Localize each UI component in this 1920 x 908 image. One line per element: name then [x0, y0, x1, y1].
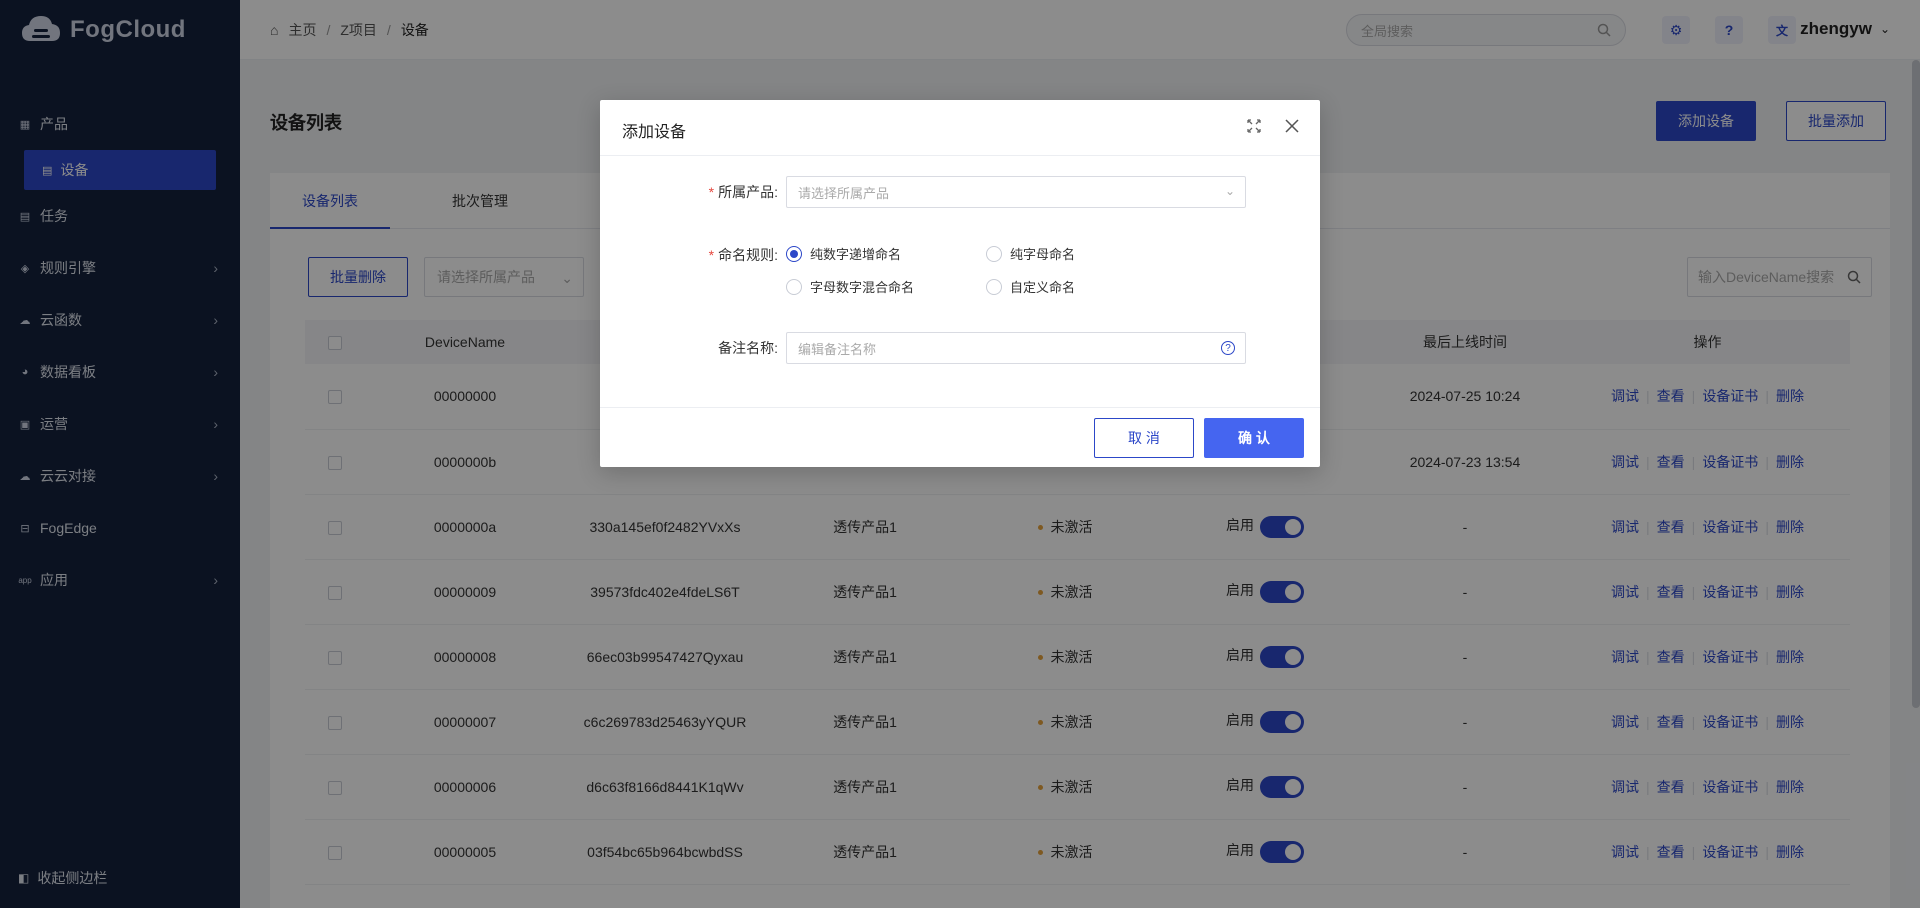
naming-rule-row: * 命名规则: 纯数字递增命名 纯字母命名 字母数字混合命名 自定义命名	[600, 244, 1186, 296]
naming-rule-label: * 命名规则:	[600, 244, 786, 265]
product-field-label: * 所属产品:	[600, 182, 786, 202]
product-label-text: 所属产品:	[718, 184, 778, 200]
radio-label: 纯字母命名	[1010, 247, 1076, 262]
radio-button[interactable]	[986, 278, 1002, 295]
add-device-dialog: 添加设备 * 所属产品: 请选择所属产品 ⌄ * 命名规则: 纯数字递增命名 纯字母…	[600, 100, 1320, 467]
naming-option-custom[interactable]: 自定义命名	[986, 277, 1186, 296]
product-select[interactable]: 请选择所属产品 ⌄	[786, 176, 1246, 208]
dialog-title: 添加设备	[622, 124, 687, 141]
radio-button-selected[interactable]	[786, 245, 802, 262]
radio-label: 纯数字递增命名	[810, 247, 902, 262]
dialog-header: 添加设备	[600, 100, 1320, 156]
confirm-button[interactable]: 确 认	[1204, 418, 1304, 458]
product-select-placeholder: 请选择所属产品	[798, 185, 890, 201]
close-button[interactable]	[1282, 116, 1302, 136]
dialog-footer: 取 消 确 认	[600, 407, 1320, 467]
remark-field-row: 备注名称: 编辑备注名称 ?	[600, 332, 1246, 364]
remark-input[interactable]: 编辑备注名称 ?	[786, 332, 1246, 364]
naming-option-mixed[interactable]: 字母数字混合命名	[786, 277, 986, 296]
cancel-button[interactable]: 取 消	[1094, 418, 1194, 458]
naming-label-text: 命名规则:	[718, 247, 778, 263]
naming-option-numeric[interactable]: 纯数字递增命名	[786, 244, 986, 263]
fullscreen-button[interactable]	[1244, 116, 1264, 136]
remark-input-placeholder: 编辑备注名称	[798, 341, 877, 357]
fullscreen-icon	[1247, 119, 1261, 133]
radio-label: 自定义命名	[1010, 280, 1076, 295]
required-mark: *	[708, 184, 715, 200]
naming-option-alpha[interactable]: 纯字母命名	[986, 244, 1186, 263]
radio-button[interactable]	[786, 278, 802, 295]
product-field-row: * 所属产品: 请选择所属产品 ⌄	[600, 176, 1246, 208]
required-mark: *	[708, 247, 715, 263]
radio-label: 字母数字混合命名	[810, 280, 915, 295]
help-circle-icon[interactable]: ?	[1221, 341, 1235, 355]
naming-rule-radio-group: 纯数字递增命名 纯字母命名 字母数字混合命名 自定义命名	[786, 244, 1186, 296]
close-icon	[1285, 119, 1299, 133]
remark-field-label: 备注名称:	[718, 340, 778, 356]
radio-button[interactable]	[986, 245, 1002, 262]
chevron-down-icon: ⌄	[1224, 184, 1235, 198]
